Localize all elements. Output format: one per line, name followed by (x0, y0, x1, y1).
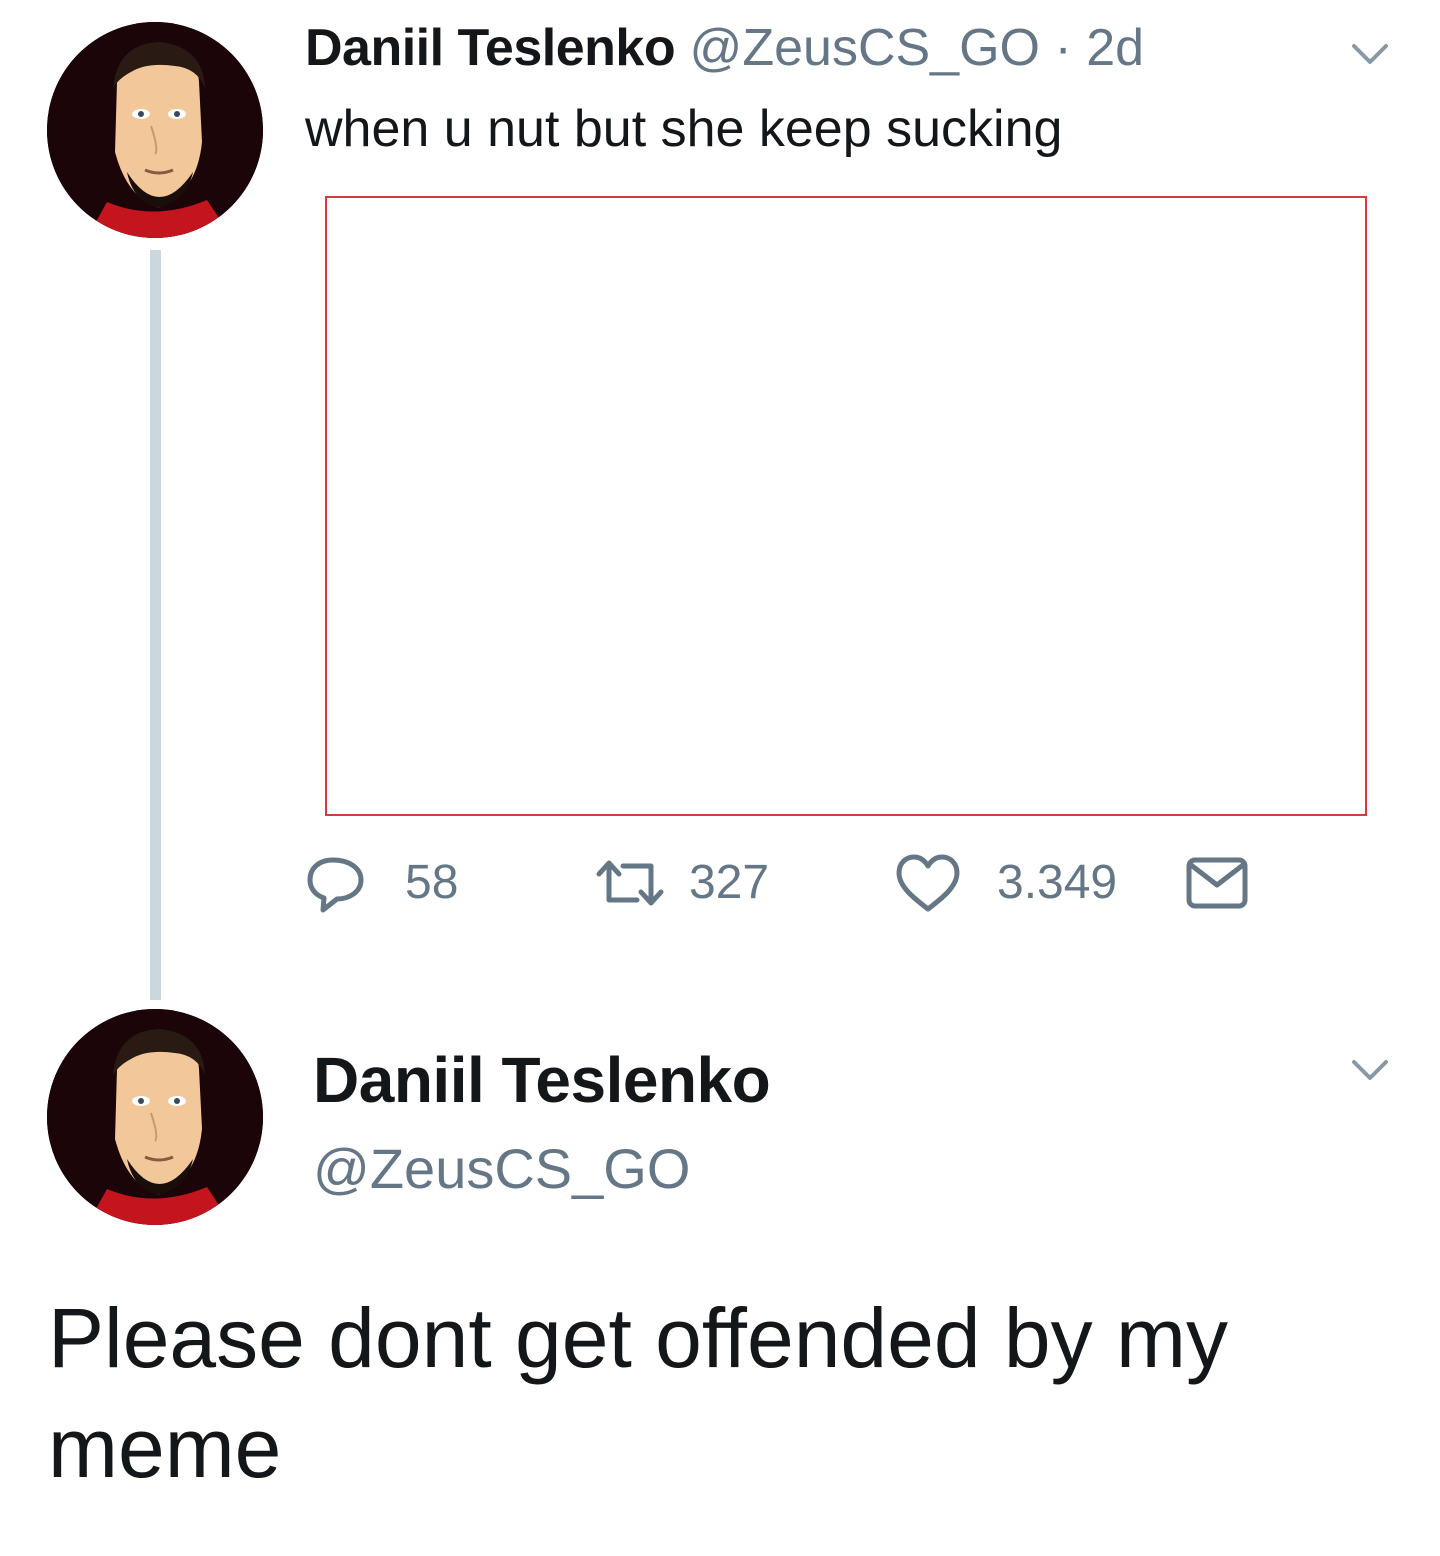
author-avatar[interactable] (47, 22, 263, 238)
author-handle[interactable]: @ZeusCS_GO (690, 19, 1040, 77)
tweet-media[interactable] (325, 196, 1367, 816)
reply-author-avatar[interactable] (47, 1009, 263, 1225)
reply-author-name[interactable]: Daniil Teslenko (313, 1040, 771, 1120)
author-name[interactable]: Daniil Teslenko (305, 19, 676, 77)
avatar-portrait-icon (47, 1009, 263, 1225)
envelope-icon (1186, 857, 1248, 909)
retweet-button[interactable]: 327 (593, 848, 769, 918)
reply-menu-chevron-down-icon[interactable] (1350, 1058, 1390, 1084)
tweet-menu-chevron-down-icon[interactable] (1350, 42, 1390, 68)
retweet-count: 327 (689, 856, 770, 909)
reply-button[interactable]: 58 (305, 848, 458, 918)
header-separator: · (1054, 19, 1072, 77)
like-count: 3.349 (997, 856, 1118, 909)
tweet-header: Daniil Teslenko @ZeusCS_GO · 2d (305, 14, 1144, 82)
tweet-timestamp[interactable]: 2d (1086, 19, 1144, 77)
reply-author-handle[interactable]: @ZeusCS_GO (313, 1133, 690, 1205)
reply-count: 58 (405, 856, 459, 909)
reply-text: Please dont get offended by my meme (48, 1291, 1228, 1495)
thread-connector-line (150, 250, 161, 1000)
reply-icon (307, 857, 364, 913)
heart-icon (896, 854, 960, 912)
direct-message-button[interactable] (1185, 848, 1249, 918)
retweet-icon (596, 860, 664, 906)
like-button[interactable]: 3.349 (895, 848, 1117, 918)
tweet-text: when u nut but she keep sucking (305, 100, 1063, 158)
avatar-portrait-icon (47, 22, 263, 238)
tweet-actions: 58 327 3.349 (305, 848, 1265, 918)
